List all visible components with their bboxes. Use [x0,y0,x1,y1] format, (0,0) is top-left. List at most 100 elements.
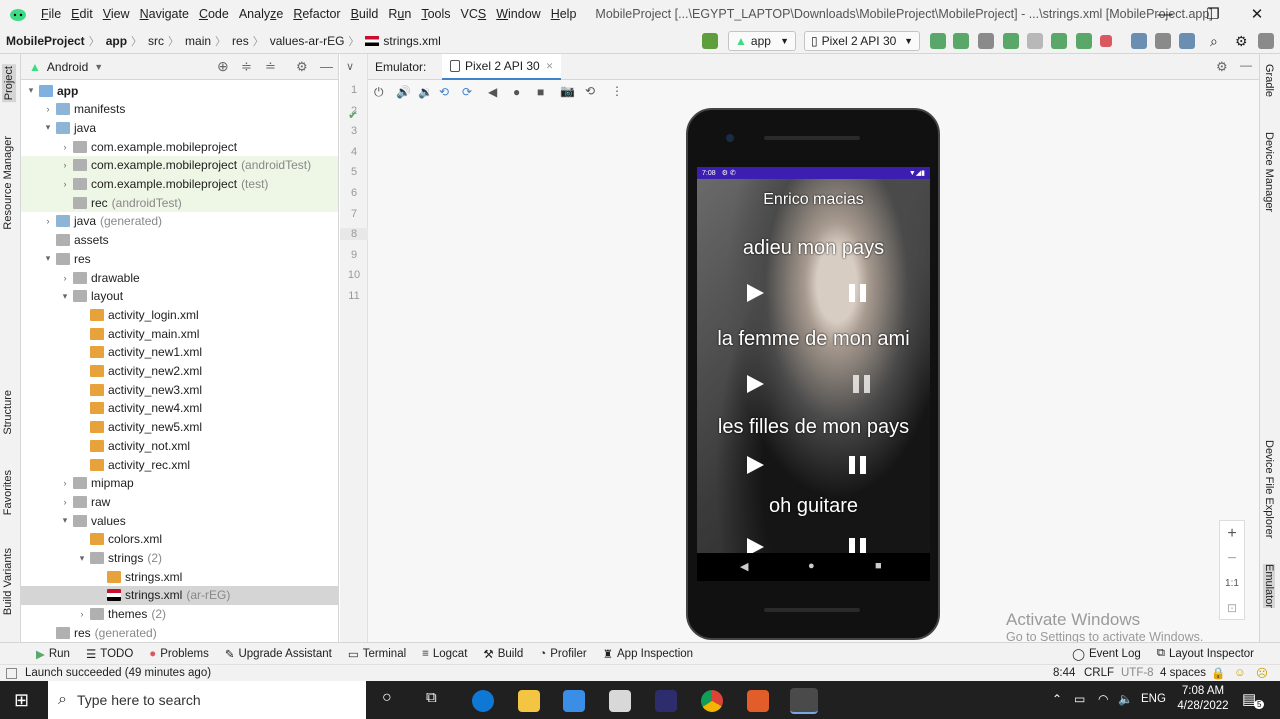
taskbar-search[interactable]: ⌕ Type here to search [48,681,366,719]
overview-icon[interactable]: ■ [537,85,544,99]
device-file-explorer-tool-tab[interactable]: Device File Explorer [1263,440,1275,538]
crumb-main[interactable]: main [179,34,215,48]
expand-all-icon[interactable]: ≑ [241,59,252,75]
menu-run[interactable]: Run [383,7,416,21]
speaker-icon[interactable]: 🔈 [1118,692,1133,706]
run-tool-tab[interactable]: ▶ Run [28,647,78,661]
back-icon[interactable]: ◀ [740,560,748,573]
tree-item[interactable]: ▾ layout [21,287,338,306]
gradle-tool-tab[interactable]: Gradle [1263,64,1275,97]
overview-icon[interactable]: ■ [875,560,882,572]
crumb-values[interactable]: values-ar-rEG [264,34,349,48]
tree-item[interactable]: › themes (2) [21,605,338,624]
app-inspection-tool-tab[interactable]: ♜ App Inspection [595,647,701,661]
device-manager-tool-tab[interactable]: Device Manager [1263,132,1275,212]
menu-window[interactable]: Window [491,7,545,21]
sdk-manager-icon[interactable] [1179,33,1195,49]
chevron-down-icon[interactable]: ∨ [346,60,354,73]
file-explorer-icon[interactable] [518,690,540,712]
crumb-file[interactable]: strings.xml [359,34,444,48]
debug-icon[interactable] [1003,33,1019,49]
hide-panel-icon[interactable]: — [1240,58,1252,72]
crumb-app[interactable]: app [100,34,131,48]
chevron-right-icon[interactable]: › [59,142,71,152]
menu-code[interactable]: Code [194,7,234,21]
play-button-1[interactable] [747,284,764,302]
frown-icon[interactable]: ☹ [1256,666,1268,680]
screenshot-icon[interactable]: 📷 [560,84,575,98]
resource-manager-tool-tab[interactable]: Resource Manager [2,136,14,230]
project-view-select[interactable]: Android [47,60,88,74]
home-icon[interactable]: ● [513,85,520,99]
tree-item[interactable]: colors.xml [21,530,338,549]
tree-item[interactable]: ▾ java [21,118,338,137]
play-button-3[interactable] [747,456,764,474]
chevron-down-icon[interactable]: ▾ [42,122,54,133]
device-select[interactable]: ▯ Pixel 2 API 30 ▼ [804,31,920,51]
apply-code-changes-icon[interactable] [953,33,969,49]
chevron-right-icon[interactable]: › [59,478,71,488]
tree-item[interactable]: activity_new3.xml [21,380,338,399]
chevron-down-icon[interactable]: ▾ [59,291,71,302]
build-tool-tab[interactable]: ⚒ Build [475,647,531,661]
gear-icon[interactable]: ⚙ [296,59,308,75]
chevron-right-icon[interactable]: › [76,609,88,619]
device-manager-icon[interactable] [1155,33,1171,49]
toggle-panel-icon[interactable] [6,667,17,679]
chevron-down-icon[interactable]: ▼ [94,62,103,72]
tree-item[interactable]: activity_new4.xml [21,399,338,418]
crumb-src[interactable]: src [142,34,168,48]
gear-icon[interactable]: ⚙ [1235,33,1251,49]
menu-analyze[interactable]: Analyze [234,7,288,21]
sync-gradle-icon[interactable] [1131,33,1147,49]
tree-item[interactable]: ▾ app [21,81,338,100]
chevron-down-icon[interactable]: ▾ [25,85,37,96]
store-icon[interactable] [563,690,585,712]
tree-item[interactable]: ▾ strings (2) [21,549,338,568]
volume-down-icon[interactable]: 🔉 [418,85,433,99]
tree-item[interactable]: › com.example.mobileproject (androidTest) [21,155,338,175]
search-icon[interactable]: ⌕ [1210,33,1226,49]
tree-item[interactable]: activity_login.xml [21,305,338,324]
tree-item[interactable]: assets [21,231,338,250]
crumb-project[interactable]: MobileProject [0,34,89,48]
chevron-right-icon[interactable]: › [59,497,71,507]
tree-item[interactable]: strings.xml (ar-rEG) [21,585,338,605]
home-icon[interactable]: ● [808,560,815,572]
run-config-select[interactable]: ▲ app ▼ [728,31,796,51]
account-icon[interactable] [1258,33,1274,49]
indent-setting[interactable]: 4 spaces [1160,667,1206,679]
crumb-res[interactable]: res [226,34,253,48]
status-message[interactable]: Launch succeeded (49 minutes ago) [25,667,211,679]
chevron-right-icon[interactable]: › [59,160,71,170]
matlab-icon[interactable] [747,690,769,712]
menu-edit[interactable]: Edit [66,7,98,21]
menu-help[interactable]: Help [546,7,582,21]
profiler-tool-tab[interactable]: ◔ Profiler [531,648,594,660]
hide-panel-icon[interactable]: — [320,59,333,74]
tree-item[interactable]: › drawable [21,268,338,287]
tree-item[interactable]: › mipmap [21,474,338,493]
phone-screen[interactable]: 7:08 ⚙ ✆ ▼◢▮ Enrico macias adieu mon pay… [697,167,930,553]
chrome-icon[interactable] [701,690,723,712]
build-variants-tool-tab[interactable]: Build Variants [2,548,14,615]
stop-icon[interactable] [1100,35,1112,47]
more-options-icon[interactable]: ⋮ [611,84,623,98]
build-hammer-icon[interactable] [702,33,718,49]
tree-item[interactable]: › raw [21,492,338,511]
chevron-down-icon[interactable]: ▾ [42,253,54,264]
snapshot-icon[interactable]: ⟲ [585,84,595,98]
profile-icon[interactable] [1027,33,1043,49]
pause-button-4[interactable] [849,538,867,553]
event-log-tool-tab[interactable]: ◯ Event Log [1064,647,1149,661]
pause-button-3[interactable] [849,456,867,474]
chevron-up-icon[interactable]: ⌃ [1052,692,1062,706]
zoom-in-button[interactable]: + [1220,521,1244,546]
tree-item[interactable]: activity_not.xml [21,436,338,455]
tree-item[interactable]: strings.xml [21,567,338,586]
file-encoding[interactable]: UTF-8 [1121,667,1154,679]
tree-item[interactable]: activity_new2.xml [21,362,338,381]
rotate-right-icon[interactable]: ⟳ [462,85,472,99]
pause-button-2[interactable] [853,375,871,393]
menu-navigate[interactable]: Navigate [135,7,194,21]
